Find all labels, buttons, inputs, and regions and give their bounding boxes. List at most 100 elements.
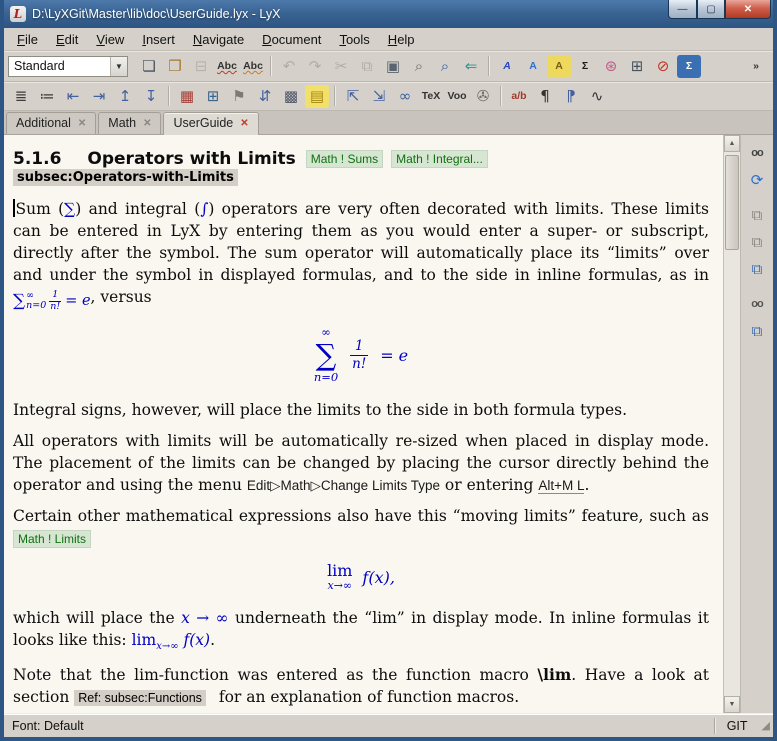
scrollbar-thumb[interactable]	[725, 155, 739, 250]
noun-icon[interactable]: A	[521, 55, 545, 78]
menu-file[interactable]: File	[8, 30, 47, 49]
register-icon[interactable]: ⧉	[745, 203, 769, 226]
find-replace-icon[interactable]: ⌕	[407, 55, 431, 78]
increase-depth-icon[interactable]: ⇥	[87, 85, 111, 108]
inline-math-arrow[interactable]: x → ∞	[181, 609, 228, 627]
fraction-icon[interactable]: a/b	[507, 85, 531, 108]
compare-icon[interactable]: oo	[745, 292, 769, 315]
menu-document[interactable]: Document	[253, 30, 330, 49]
check-spelling-icon[interactable]: Abc	[215, 55, 239, 78]
emphasis-icon[interactable]: A	[495, 55, 519, 78]
instant-preview-icon[interactable]: Σ	[677, 55, 701, 78]
checkin-icon[interactable]: ⧉	[745, 230, 769, 253]
fraction: 1n!	[49, 290, 61, 313]
index-entry-badge[interactable]: Math ! Limits	[13, 530, 91, 548]
scrollbar-track[interactable]	[724, 152, 740, 696]
vertical-scrollbar[interactable]: ▲ ▼	[723, 135, 740, 713]
toolbar-overflow-icon[interactable]: »	[744, 55, 768, 78]
history-icon[interactable]: ⧉	[745, 319, 769, 342]
status-vcs-label: GIT	[723, 719, 762, 733]
itemize-list-icon[interactable]: ≣	[9, 85, 33, 108]
display-formula-sum[interactable]: ∞ ∑ n=0 1 n! = e	[13, 327, 709, 383]
continuous-spellcheck-icon[interactable]: Abc	[241, 55, 265, 78]
stop-display-icon[interactable]: ⊘	[651, 55, 675, 78]
insert-label-icon[interactable]: ⚑	[227, 85, 251, 108]
paragraph-6: Note that the lim-function was entered a…	[13, 664, 709, 708]
equals-e: = e	[65, 291, 90, 312]
inline-math-sum-symbol[interactable]: ∑	[64, 200, 75, 218]
label-badge[interactable]: subsec:Operators-with-Limits	[13, 169, 238, 186]
paste-icon[interactable]: ▣	[381, 55, 405, 78]
redo-icon[interactable]: ↷	[303, 55, 327, 78]
cut-icon[interactable]: ✂	[329, 55, 353, 78]
tab-additional[interactable]: Additional✕	[6, 112, 96, 134]
insert-graphics-icon[interactable]: ▦	[175, 85, 199, 108]
menu-view[interactable]: View	[87, 30, 133, 49]
menu-tools[interactable]: Tools	[330, 30, 378, 49]
checkout-icon[interactable]: ⧉	[745, 257, 769, 280]
display-formula-lim[interactable]: lim x→∞ f(x),	[13, 563, 709, 591]
denominator: n!	[49, 301, 61, 313]
insert-matrix-icon[interactable]: ▩	[279, 85, 303, 108]
maximize-button[interactable]: ▢	[697, 0, 725, 19]
inline-formula-sum[interactable]: ∑∞n=01n!= e	[13, 289, 91, 313]
document-work-area[interactable]: 5.1.6 Operators with Limits Math ! Sums …	[4, 135, 723, 713]
menu-navigate[interactable]: Navigate	[184, 30, 253, 49]
title-bar[interactable]: L D:\LyXGit\Master\lib\doc\UserGuide.lyx…	[4, 0, 773, 28]
insert-tabular-icon[interactable]: ⊞	[201, 85, 225, 108]
paperclip-icon[interactable]: ✇	[471, 85, 495, 108]
insert-hyperlink-icon[interactable]: ∞	[393, 85, 417, 108]
numerator: 1	[52, 290, 58, 301]
preview-plot-icon[interactable]: ∿	[585, 85, 609, 108]
scroll-down-arrow-icon[interactable]: ▼	[724, 696, 740, 713]
scroll-up-arrow-icon[interactable]: ▲	[724, 135, 740, 152]
resize-grip-icon[interactable]: ◢	[762, 719, 770, 732]
move-paragraph-up-icon[interactable]: ↥	[113, 85, 137, 108]
tex-code-icon[interactable]: TeX	[419, 85, 443, 108]
tab-close-icon[interactable]: ✕	[240, 118, 248, 129]
paragraph-settings-icon[interactable]: ¶	[533, 85, 557, 108]
text-style-icon[interactable]: A	[547, 55, 571, 78]
tab-close-icon[interactable]: ✕	[143, 118, 151, 129]
navigate-back-icon[interactable]: ⇐	[459, 55, 483, 78]
menu-insert[interactable]: Insert	[133, 30, 184, 49]
binoculars-icon[interactable]: oo	[745, 141, 769, 164]
tab-math[interactable]: Math✕	[98, 112, 161, 134]
insert-table-icon[interactable]: ⊞	[625, 55, 649, 78]
paragraph-style-dropdown[interactable]: Standard ▼	[8, 56, 128, 77]
view-source-icon[interactable]: Voo	[445, 85, 469, 108]
math-mode-icon[interactable]: Σ	[573, 55, 597, 78]
macro-name: \lim	[537, 665, 571, 684]
toggle-formula-type-icon[interactable]: ⇵	[253, 85, 277, 108]
menu-help[interactable]: Help	[379, 30, 424, 49]
save-document-icon[interactable]: ⊟	[189, 55, 213, 78]
paragraph-break-icon[interactable]: ⁋	[559, 85, 583, 108]
open-document-icon[interactable]: ❒	[163, 55, 187, 78]
text-run: for an explanation of function macros.	[214, 688, 519, 706]
cross-reference-badge[interactable]: Ref: subsec:Functions	[74, 690, 206, 706]
inline-formula-lim[interactable]: limx→∞ f(x)	[132, 631, 210, 649]
close-button[interactable]: ✕	[725, 0, 771, 19]
update-icon[interactable]: ⟳	[745, 168, 769, 191]
sum-operator: ∑	[316, 339, 337, 372]
minimize-button[interactable]: —	[668, 0, 697, 19]
decrease-depth-icon[interactable]: ⇤	[61, 85, 85, 108]
index-entry-badge[interactable]: Math ! Sums	[306, 150, 383, 168]
new-document-icon[interactable]: ❏	[137, 55, 161, 78]
move-paragraph-down-icon[interactable]: ↧	[139, 85, 163, 108]
menu-edit[interactable]: Edit	[47, 30, 87, 49]
insert-note-icon[interactable]: ▤	[305, 85, 329, 108]
enumerate-list-icon[interactable]: ≔	[35, 85, 59, 108]
update-preview-icon[interactable]: ⊛	[599, 55, 623, 78]
undo-icon[interactable]: ↶	[277, 55, 301, 78]
section-demote-icon[interactable]: ⇲	[367, 85, 391, 108]
index-entry-badge[interactable]: Math ! Integral...	[391, 150, 488, 168]
tab-close-icon[interactable]: ✕	[78, 118, 86, 129]
tab-userguide[interactable]: UserGuide✕	[163, 112, 258, 135]
section-promote-icon[interactable]: ⇱	[341, 85, 365, 108]
toolbar-row1-icons: ❏❒⊟AbcAbc↶↷✂⧉▣⌕⌕⇐AAAΣ⊛⊞⊘Σ»	[136, 55, 769, 78]
chevron-down-icon[interactable]: ▼	[110, 57, 127, 76]
search-icon[interactable]: ⌕	[433, 55, 457, 78]
maximize-icon: ▢	[706, 4, 715, 15]
copy-icon[interactable]: ⧉	[355, 55, 379, 78]
